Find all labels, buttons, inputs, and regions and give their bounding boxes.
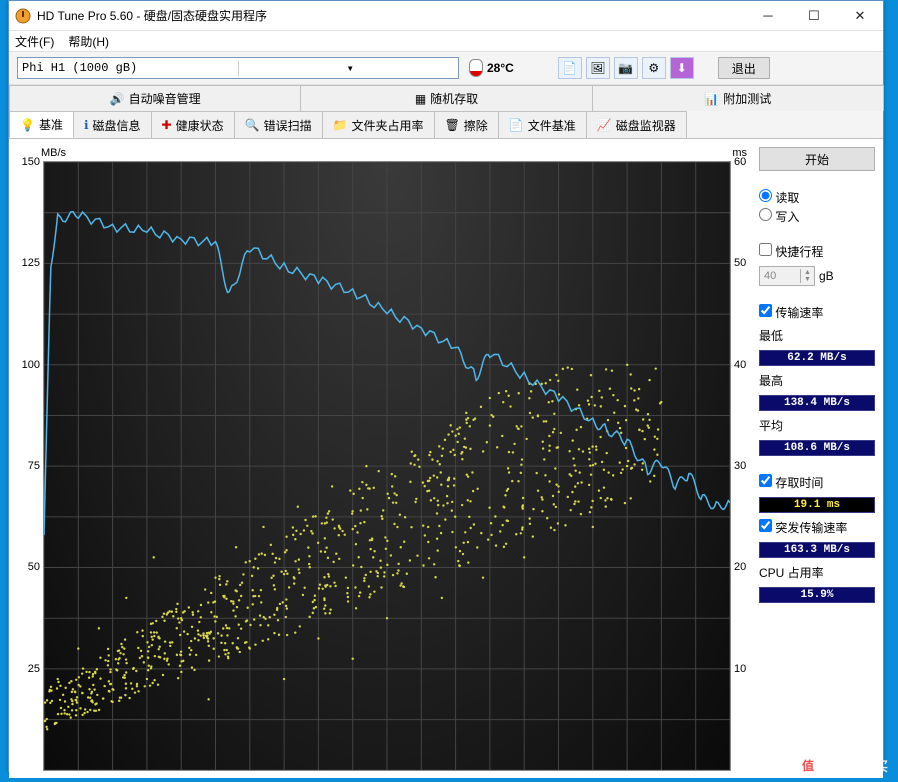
health-icon: ✚: [162, 118, 172, 132]
trash-icon: 🗑: [445, 118, 460, 132]
menubar: 文件(F) 帮助(H): [9, 31, 883, 51]
extra-icon: 📊: [704, 92, 719, 106]
min-value: 62.2 MB/s: [759, 350, 875, 366]
radio-write[interactable]: 写入: [759, 208, 875, 225]
random-icon: ▦: [415, 92, 426, 106]
window-buttons: ─ ☐ ✕: [745, 1, 883, 30]
start-button[interactable]: 开始: [759, 147, 875, 171]
monitor-icon: 📈: [597, 118, 612, 132]
shortstroke-spinner[interactable]: 40 ▲▼: [759, 266, 815, 286]
drive-select[interactable]: Phi H1 (1000 gB) ▾: [17, 57, 459, 79]
copy-screenshot-icon[interactable]: 🖼: [586, 57, 610, 79]
mode-radio-group: 读取 写入: [759, 189, 875, 225]
chart-area: MB/s ms 150 125 100 75 50 25 60 50 40 30: [17, 147, 751, 770]
y-axis-left: 150 125 100 75 50 25: [18, 162, 42, 770]
menu-file[interactable]: 文件(F): [15, 33, 54, 50]
chevron-down-icon[interactable]: ▾: [238, 61, 459, 76]
spinner-arrows[interactable]: ▲▼: [800, 269, 814, 283]
avg-value: 108.6 MB/s: [759, 440, 875, 456]
chart-svg: [44, 162, 730, 770]
tab-benchmark[interactable]: 💡基准: [9, 111, 74, 138]
watermark: 值 什么值得买: [797, 754, 888, 776]
menu-help[interactable]: 帮助(H): [68, 33, 109, 50]
copy-text-icon[interactable]: 📄: [558, 57, 582, 79]
chart-axis-units: MB/s ms: [17, 147, 751, 161]
cpu-label: CPU 占用率: [759, 564, 875, 581]
tab-random[interactable]: ▦随机存取: [300, 85, 592, 111]
save-icon[interactable]: ⬇: [670, 57, 694, 79]
access-value: 19.1 ms: [759, 497, 875, 513]
temperature-value: 28°C: [487, 61, 514, 75]
speaker-icon: 🔊: [110, 92, 125, 106]
minimize-button[interactable]: ─: [745, 1, 791, 30]
options-icon[interactable]: ⚙: [642, 57, 666, 79]
avg-label: 平均: [759, 417, 875, 434]
content-area: MB/s ms 150 125 100 75 50 25 60 50 40 30: [9, 138, 883, 778]
watermark-icon: 值: [797, 754, 819, 776]
shortstroke-unit: gB: [819, 269, 834, 283]
thermometer-icon: [469, 59, 483, 77]
tab-noise[interactable]: 🔊自动噪音管理: [9, 85, 301, 111]
maximize-button[interactable]: ☐: [791, 1, 837, 30]
tab-monitor[interactable]: 📈磁盘监视器: [586, 111, 687, 138]
max-label: 最高: [759, 372, 875, 389]
access-time-scatter: [44, 364, 663, 731]
chart-box: 150 125 100 75 50 25 60 50 40 30 20 10: [43, 161, 731, 771]
burst-value: 163.3 MB/s: [759, 542, 875, 558]
cpu-value: 15.9%: [759, 587, 875, 603]
max-value: 138.4 MB/s: [759, 395, 875, 411]
folder-icon: 📁: [333, 118, 348, 132]
tab-errorscan[interactable]: 🔍错误扫描: [234, 111, 323, 138]
exit-button[interactable]: 退出: [718, 57, 770, 79]
drive-select-value: Phi H1 (1000 gB): [18, 61, 238, 75]
tab-info[interactable]: ℹ磁盘信息: [73, 111, 152, 138]
screenshot-icon[interactable]: 📷: [614, 57, 638, 79]
close-button[interactable]: ✕: [837, 1, 883, 30]
titlebar[interactable]: HD Tune Pro 5.60 - 硬盘/固态硬盘实用程序 ─ ☐ ✕: [9, 1, 883, 31]
info-icon: ℹ: [84, 118, 89, 132]
search-icon: 🔍: [245, 118, 260, 132]
checkbox-access-time[interactable]: 存取时间: [759, 474, 875, 491]
tab-health[interactable]: ✚健康状态: [151, 111, 235, 138]
tab-folder[interactable]: 📁文件夹占用率: [322, 111, 435, 138]
shortstroke-row: 40 ▲▼ gB: [759, 266, 875, 286]
checkbox-transfer-rate[interactable]: 传输速率: [759, 304, 875, 321]
temperature-display: 28°C: [469, 59, 514, 77]
min-label: 最低: [759, 327, 875, 344]
tab-erase[interactable]: 🗑擦除: [434, 111, 499, 138]
bulb-icon: 💡: [20, 118, 35, 132]
radio-read[interactable]: 读取: [759, 189, 875, 206]
tab-filebm[interactable]: 📄文件基准: [498, 111, 587, 138]
side-panel: 开始 读取 写入 快捷行程 40 ▲▼ gB 传输速率 最低 62.2 MB/s…: [759, 147, 875, 770]
tabs-secondary: 🔊自动噪音管理 ▦随机存取 📊附加测试: [9, 85, 883, 111]
checkbox-shortstroke[interactable]: 快捷行程: [759, 243, 875, 260]
window-title: HD Tune Pro 5.60 - 硬盘/固态硬盘实用程序: [37, 7, 745, 24]
tab-extra[interactable]: 📊附加测试: [592, 85, 884, 111]
toolbar: Phi H1 (1000 gB) ▾ 28°C 📄 🖼 📷 ⚙ ⬇ 退出: [9, 51, 883, 85]
checkbox-burst[interactable]: 突发传输速率: [759, 519, 875, 536]
left-unit: MB/s: [41, 147, 66, 159]
file-icon: 📄: [509, 118, 524, 132]
tabs-primary: 💡基准 ℹ磁盘信息 ✚健康状态 🔍错误扫描 📁文件夹占用率 🗑擦除 📄文件基准 …: [9, 111, 883, 138]
y-axis-right: 60 50 40 30 20 10: [732, 162, 750, 770]
app-icon: [15, 8, 31, 24]
tool-icons: 📄 🖼 📷 ⚙ ⬇: [558, 57, 694, 79]
app-window: HD Tune Pro 5.60 - 硬盘/固态硬盘实用程序 ─ ☐ ✕ 文件(…: [8, 0, 884, 772]
